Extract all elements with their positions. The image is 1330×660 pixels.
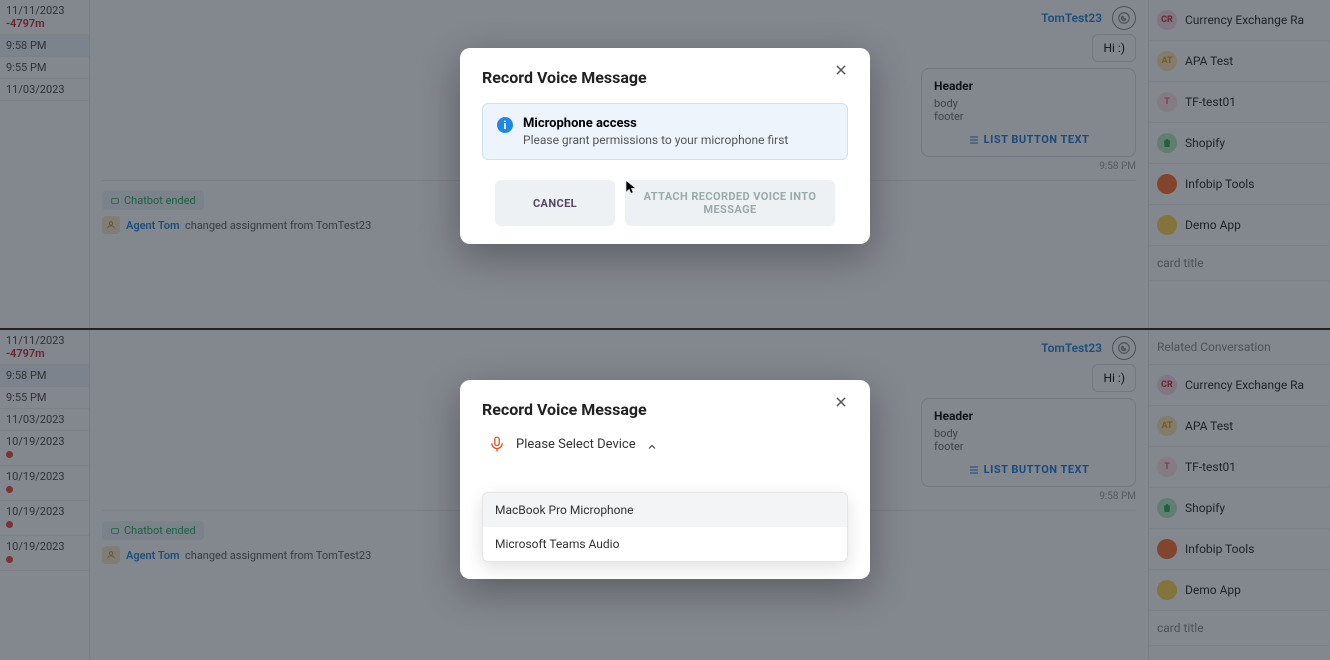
device-select-label: Please Select Device [516, 437, 636, 452]
close-button[interactable] [834, 62, 856, 84]
modal-overlay: Record Voice Message i Microphone access… [0, 0, 1330, 328]
record-voice-modal: Record Voice Message Please Select Devic… [460, 380, 870, 579]
cancel-button[interactable]: CANCEL [495, 180, 615, 226]
modal-title: Record Voice Message [482, 400, 848, 419]
modal-overlay: Record Voice Message Please Select Devic… [0, 330, 1330, 660]
device-dropdown: MacBook Pro Microphone Microsoft Teams A… [482, 492, 848, 562]
alert-body: Please grant permissions to your microph… [523, 133, 788, 147]
device-select[interactable]: Please Select Device [482, 435, 848, 453]
info-icon: i [497, 117, 513, 133]
chevron-up-icon [646, 438, 658, 450]
attach-button: ATTACH RECORDED VOICE INTO MESSAGE [625, 180, 835, 226]
record-voice-modal: Record Voice Message i Microphone access… [460, 48, 870, 244]
microphone-icon [488, 435, 506, 453]
modal-title: Record Voice Message [482, 68, 848, 87]
close-button[interactable] [834, 394, 856, 416]
device-option[interactable]: Microsoft Teams Audio [483, 527, 847, 561]
alert-title: Microphone access [523, 116, 788, 131]
device-option[interactable]: MacBook Pro Microphone [483, 493, 847, 527]
microphone-alert: i Microphone access Please grant permiss… [482, 103, 848, 160]
